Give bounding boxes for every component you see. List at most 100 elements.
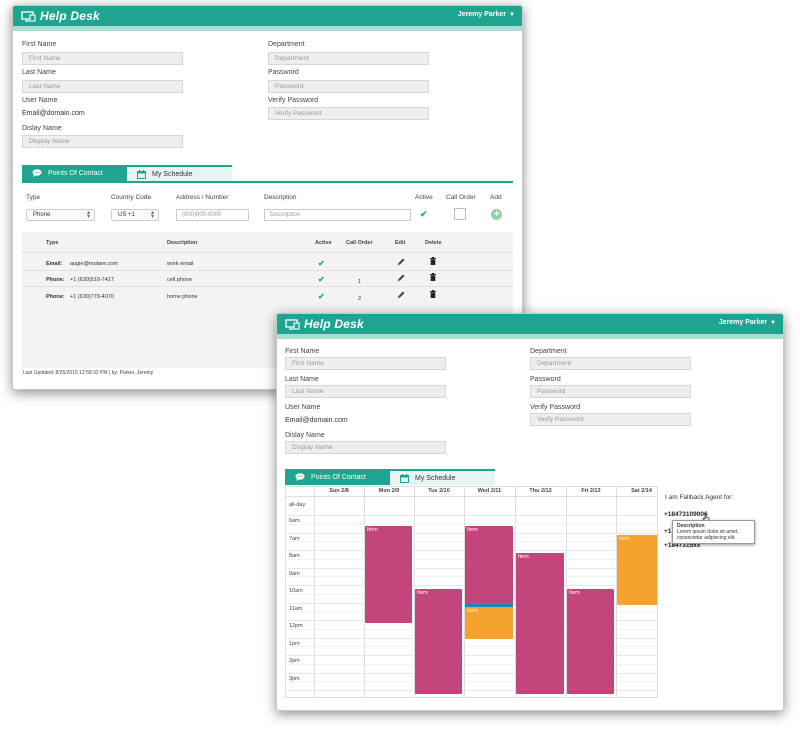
tab-my-schedule-label: My Schedule xyxy=(152,170,193,178)
day-header: Mon 2/9 xyxy=(378,488,400,494)
country-code-value: US +1 xyxy=(118,212,135,218)
row-description: work email xyxy=(167,261,194,267)
caret-down-icon: ▼ xyxy=(770,319,776,326)
app-title: Help Desk xyxy=(304,317,364,331)
pencil-icon[interactable] xyxy=(397,258,405,266)
row-divider xyxy=(22,286,513,287)
tab-my-schedule[interactable]: My Schedule xyxy=(127,165,232,181)
user-name: Jeremy Parker xyxy=(457,11,507,18)
last-name-label: Last Name xyxy=(22,69,56,76)
updown-arrow-icon: ▴ ▾ xyxy=(86,210,90,220)
first-name-label: First Name xyxy=(22,41,57,48)
active-checkmark-icon: ✔ xyxy=(318,275,325,284)
calendar-event[interactable]: Item xyxy=(567,589,614,694)
day-header: Sat 2/14 xyxy=(631,488,652,494)
password-input[interactable]: Password xyxy=(530,385,691,398)
schedule-calendar: all-day Sun 2/8 Mon 2/9 Tue 2/10 Wed 2/11 Th… xyxy=(285,486,658,698)
caret-down-icon: ▼ xyxy=(509,11,515,18)
calendar-event[interactable]: Item xyxy=(465,526,513,604)
active-header: Active xyxy=(415,194,433,201)
type-header: Type xyxy=(26,194,41,201)
calendar-event[interactable]: Item xyxy=(415,589,462,694)
display-name-input[interactable]: Display Name xyxy=(285,441,446,454)
row-description: home phone xyxy=(167,294,198,300)
day-header: Tue 2/10 xyxy=(428,488,450,494)
display-name-input[interactable]: Display Name xyxy=(22,135,183,148)
verify-password-label: Verify Password xyxy=(268,97,319,104)
day-header: Sun 2/8 xyxy=(329,488,349,494)
app-header: Help Desk Jeremy Parker ▼ xyxy=(277,314,783,334)
updown-arrow-icon: ▴ ▾ xyxy=(150,210,154,220)
verify-password-label: Verify Password xyxy=(530,404,581,411)
tab-points-of-contact[interactable]: Points Of Contact xyxy=(285,469,390,485)
last-name-input[interactable]: Last Name xyxy=(285,385,446,398)
password-label: Password xyxy=(530,376,561,383)
tab-points-of-contact[interactable]: Points Of Contact xyxy=(22,165,127,181)
verify-password-input[interactable]: Verify Password xyxy=(268,107,429,120)
tab-my-schedule-label: My Schedule xyxy=(415,474,456,482)
row-type: Phone: xyxy=(46,294,65,300)
call-order-input[interactable] xyxy=(454,208,466,220)
list-edit-header: Edit xyxy=(395,240,406,246)
list-active-header: Active xyxy=(315,240,332,246)
display-name-label: Dislay Name xyxy=(285,432,325,439)
active-checkmark-icon[interactable]: ✔ xyxy=(420,209,428,220)
time-label: 8am xyxy=(289,553,300,559)
time-label: 2pm xyxy=(289,658,300,664)
calendar-header-divider xyxy=(286,496,657,497)
pencil-icon[interactable] xyxy=(397,274,405,282)
calendar-event[interactable]: Item xyxy=(617,535,657,605)
trash-icon[interactable] xyxy=(430,257,436,265)
description-header: Description xyxy=(264,194,297,201)
description-input[interactable]: Description xyxy=(264,209,411,221)
tooltip-text: Lorem ipsum dolor sit amet, consectetur … xyxy=(677,529,739,541)
address-number-input[interactable]: (000)000-0000 xyxy=(176,209,249,221)
row-call-order: 2 xyxy=(358,296,362,302)
user-menu[interactable]: Jeremy Parker ▼ xyxy=(719,319,776,326)
calendar-event[interactable]: Item xyxy=(465,607,513,639)
verify-password-input[interactable]: Verify Password xyxy=(530,413,691,426)
type-select[interactable]: Phone ▴ ▾ xyxy=(26,209,95,221)
monitor-icon xyxy=(21,10,36,22)
row-divider xyxy=(22,270,513,271)
row-type: Email: xyxy=(46,261,63,267)
tab-my-schedule[interactable]: My Schedule xyxy=(390,469,495,485)
department-input[interactable]: Department xyxy=(268,52,429,65)
first-name-input[interactable]: First Name xyxy=(285,357,446,370)
call-order-header: Call Order xyxy=(446,194,476,201)
tab-underline xyxy=(22,181,513,183)
time-label: 1pm xyxy=(289,640,300,647)
calendar-event[interactable]: Item xyxy=(516,553,564,694)
fallback-number[interactable]: +1 xyxy=(664,528,671,535)
trash-icon[interactable] xyxy=(430,273,436,281)
user-menu[interactable]: Jeremy Parker ▼ xyxy=(458,11,515,18)
user-name-value: Email@domain.com xyxy=(285,417,348,424)
add-contact-button[interactable]: + xyxy=(491,209,502,220)
user-name: Jeremy Parker xyxy=(718,319,768,326)
user-name-label: User Name xyxy=(22,97,58,104)
row-value: +1 (630)510-7417 xyxy=(70,277,114,283)
calendar-event[interactable]: Item xyxy=(365,526,412,623)
user-name-label: User Name xyxy=(285,404,321,411)
list-call-order-header: Call Order xyxy=(346,240,373,246)
monitor-icon xyxy=(285,318,300,330)
trash-icon[interactable] xyxy=(430,290,436,298)
last-name-input[interactable]: Last Name xyxy=(22,80,183,93)
pencil-icon[interactable] xyxy=(397,291,405,299)
day-column-divider xyxy=(314,487,315,697)
help-desk-window-schedule: Help Desk Jeremy Parker ▼ First Name Fir… xyxy=(276,313,784,711)
country-code-select[interactable]: US +1 ▴ ▾ xyxy=(111,209,159,221)
password-input[interactable]: Password xyxy=(268,80,429,93)
header-subbar xyxy=(13,26,522,31)
department-input[interactable]: Department xyxy=(530,357,691,370)
department-label: Department xyxy=(268,41,305,48)
tab-bar: Points Of Contact My Schedule xyxy=(22,165,232,181)
description-tooltip: Description Lorem ipsum dolor sit amet, … xyxy=(672,520,755,544)
chat-bubble-icon xyxy=(32,169,42,177)
type-select-value: Phone xyxy=(33,212,51,218)
day-header: Fri 2/13 xyxy=(581,488,601,494)
first-name-input[interactable]: First Name xyxy=(22,52,183,65)
active-checkmark-icon: ✔ xyxy=(318,259,325,268)
list-type-header: Type xyxy=(46,240,59,246)
time-label: 9am xyxy=(289,570,300,577)
